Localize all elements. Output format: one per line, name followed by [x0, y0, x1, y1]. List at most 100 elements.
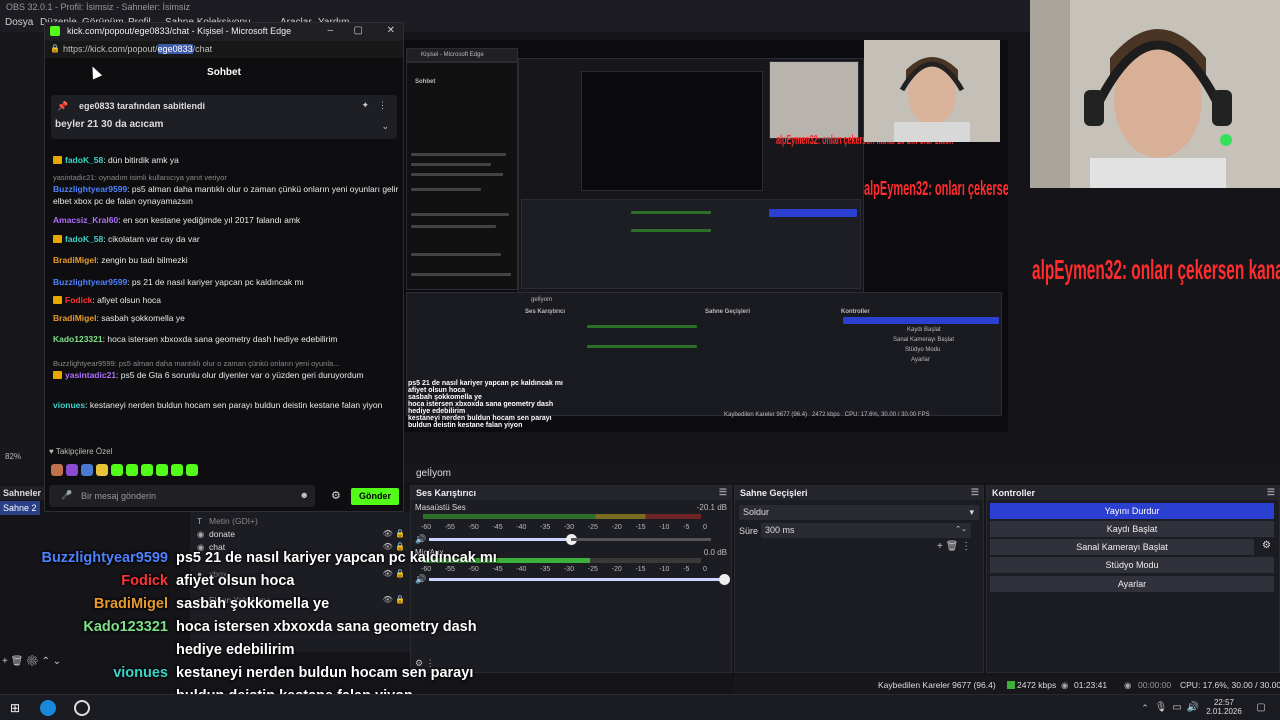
nested-overlay-chat: ps5 21 de nasıl kariyer yapcan pc kaldın… [408, 380, 563, 429]
chat-username[interactable]: Buzzlightyear9599 [53, 277, 127, 287]
webcam-preview-small [864, 40, 1000, 142]
overlay-message: hoca istersen xbxoxda sana geometry dash [176, 619, 477, 635]
overlay-message: afiyet olsun hoca [176, 573, 295, 589]
scenes-dock-header: Sahneler [0, 486, 44, 500]
menu-dosya[interactable]: Dosya [5, 17, 33, 28]
windows-start-icon[interactable]: ⊞ [6, 699, 24, 717]
chat-message: yasintadic21: ps5 de Gta 6 sorunlu olur … [53, 369, 399, 381]
mic-icon[interactable]: 🎤 [61, 490, 72, 501]
stepper-icon[interactable]: ⌃⌄ [955, 525, 967, 533]
chat-text: ps5 de Gta 6 sorunlu olur diyenler var o… [120, 370, 364, 380]
edge-title-bar: kick.com/popout/ege0833/chat - Kişisel -… [45, 23, 403, 41]
chat-username[interactable]: fadoK_58 [65, 155, 103, 165]
stop-streaming-button[interactable]: Yayını Durdur [990, 503, 1274, 519]
chat-username[interactable]: Amacsiz_Kral60 [53, 215, 118, 225]
studio-mode-button[interactable]: Stüdyo Modu [990, 557, 1274, 573]
emote-icon[interactable] [51, 463, 63, 476]
bitrate: 2472 kbps [1017, 680, 1057, 690]
maximize-icon[interactable]: ▢ [354, 25, 363, 36]
emote-icon[interactable] [81, 463, 93, 476]
send-button[interactable]: Gönder [351, 488, 399, 505]
nested-obs [518, 58, 864, 293]
emote-icon[interactable] [186, 463, 198, 476]
duration-input[interactable]: 300 ms ⌃⌄ [761, 523, 971, 538]
transition-select[interactable]: Soldur ▾ [739, 505, 979, 520]
chat-username[interactable]: yasintadic21 [65, 370, 116, 380]
emote-icon[interactable] [141, 463, 153, 476]
source-item[interactable]: ◉ donate 👁 🔒 [197, 529, 407, 540]
rec-icon: ◉ [1124, 680, 1132, 690]
more-icon[interactable]: ⋮ [378, 100, 387, 111]
overlay-chat-row: hediye edebilirim [0, 642, 620, 664]
obs-status-bar: Kaybedilen Kareler 9677 (96.4) 2472 kbps… [734, 676, 1280, 693]
chat-text: afiyet olsun hoca [97, 295, 161, 305]
chat-text: hoca istersen xbxoxda sana geometry dash… [107, 334, 338, 344]
overlay-message: hediye edebilirim [176, 642, 295, 658]
chevron-down-icon: ▾ [969, 507, 974, 517]
overlay-username: Buzzlightyear9599 [41, 550, 168, 566]
overlay-message: sasbah şokkomella ye [176, 596, 330, 612]
scene-tab-row: gelİyom [404, 463, 1280, 483]
emote-icon[interactable] [171, 463, 183, 476]
start-recording-button[interactable]: Kaydı Başlat [990, 521, 1274, 537]
globe-icon: ◉ [197, 529, 205, 539]
volume-icon[interactable]: 🔊 [1184, 699, 1202, 717]
chat-username[interactable]: Fodick [65, 295, 92, 305]
chat-username[interactable]: Kado123321 [53, 334, 103, 344]
scene-tab-name: gelİyom [416, 468, 452, 479]
lock-icon: 🔒 [50, 44, 60, 53]
emote-icon[interactable] [66, 463, 78, 476]
chat-username[interactable]: vionues [53, 400, 85, 410]
desktop-volume-slider[interactable] [429, 534, 577, 545]
chat-username[interactable]: BradiMigel [53, 313, 96, 323]
close-icon[interactable]: ✕ [387, 25, 395, 36]
pinned-by: ege0833 tarafından sabitlendi [79, 101, 206, 111]
clock-time: 22:57 [1213, 698, 1235, 707]
pin-toggle-icon[interactable]: ✦ [361, 100, 369, 111]
address-bar[interactable]: 🔒 https://kick.com/popout/ege0833/chat [45, 41, 403, 58]
settings-button[interactable]: Ayarlar [990, 576, 1274, 592]
chat-text: zengin bu tadı bilmezki [101, 255, 188, 265]
chat-settings-icon[interactable]: ⚙ [331, 489, 341, 502]
notification-icon[interactable]: ▢ [1252, 699, 1270, 717]
chat-message: Fodick: afiyet olsun hoca [53, 294, 399, 306]
speaker-icon[interactable]: 🔊 [415, 534, 426, 545]
edge-browser-icon[interactable] [40, 700, 56, 716]
desktop-volume-track [571, 538, 711, 541]
transition-toolbar[interactable]: + 🗑 ⋮ [937, 541, 971, 552]
scene-item[interactable]: Sahne 2 [0, 501, 40, 515]
emote-icon[interactable] [126, 463, 138, 476]
duration-label: Süre [739, 526, 759, 536]
zoom-label: 82% [5, 452, 22, 461]
chat-username[interactable]: Buzzlightyear9599 [53, 184, 127, 194]
chat-username[interactable]: fadoK_58 [65, 234, 103, 244]
chat-message: Kado123321: hoca istersen xbxoxda sana g… [53, 333, 399, 345]
desktop-audio-db: -20.1 dB [696, 503, 727, 512]
gear-icon[interactable]: ⚙ [1262, 540, 1271, 551]
emote-icon[interactable] [96, 463, 108, 476]
source-item[interactable]: T Metin (GDI+) [197, 516, 407, 526]
emote-icon[interactable] [156, 463, 168, 476]
webcam-preview [1030, 0, 1280, 188]
overlay-chat-row: Kado123321 hoca istersen xbxoxda sana geo… [0, 619, 620, 641]
chat-message: Amacsiz_Kral60: en son kestane yediğimde… [53, 214, 399, 226]
mic-volume-knob[interactable] [719, 574, 730, 585]
minimize-icon[interactable]: – [327, 25, 333, 36]
overlay-chat-row: vionues kestaneyi nerden buldun hocam sen… [0, 665, 620, 687]
chevron-down-icon[interactable]: ⌄ [381, 121, 389, 132]
start-virtual-camera-button[interactable]: Sanal Kamerayı Başlat [990, 539, 1254, 555]
pinned-message[interactable]: 📌 ege0833 tarafından sabitlendi ✦ ⋮ beyl… [51, 95, 397, 139]
obs-app-icon[interactable] [74, 700, 90, 716]
emote-bar[interactable] [51, 461, 251, 476]
eye-icon[interactable]: 👁 🔒 [383, 529, 405, 538]
clock[interactable]: 22:57 2.01.2026 [1206, 698, 1242, 716]
chat-overlay: Buzzlightyear9599 ps5 21 de nasıl kariyer… [0, 550, 640, 715]
emote-icon[interactable] [111, 463, 123, 476]
chat-input[interactable]: 🎤 Bir mesaj gönderin ☻ [49, 485, 315, 507]
chat-text: ps 21 de nasıl kariyer yapcan pc kaldınc… [131, 277, 304, 287]
emoji-icon[interactable]: ☻ [300, 490, 309, 500]
edge-chat-window: kick.com/popout/ege0833/chat - Kişisel -… [44, 22, 404, 512]
chat-username[interactable]: BradiMigel [53, 255, 96, 265]
chat-text: cikolatam var cay da var [108, 234, 200, 244]
overlay-username: Fodick [121, 573, 168, 589]
